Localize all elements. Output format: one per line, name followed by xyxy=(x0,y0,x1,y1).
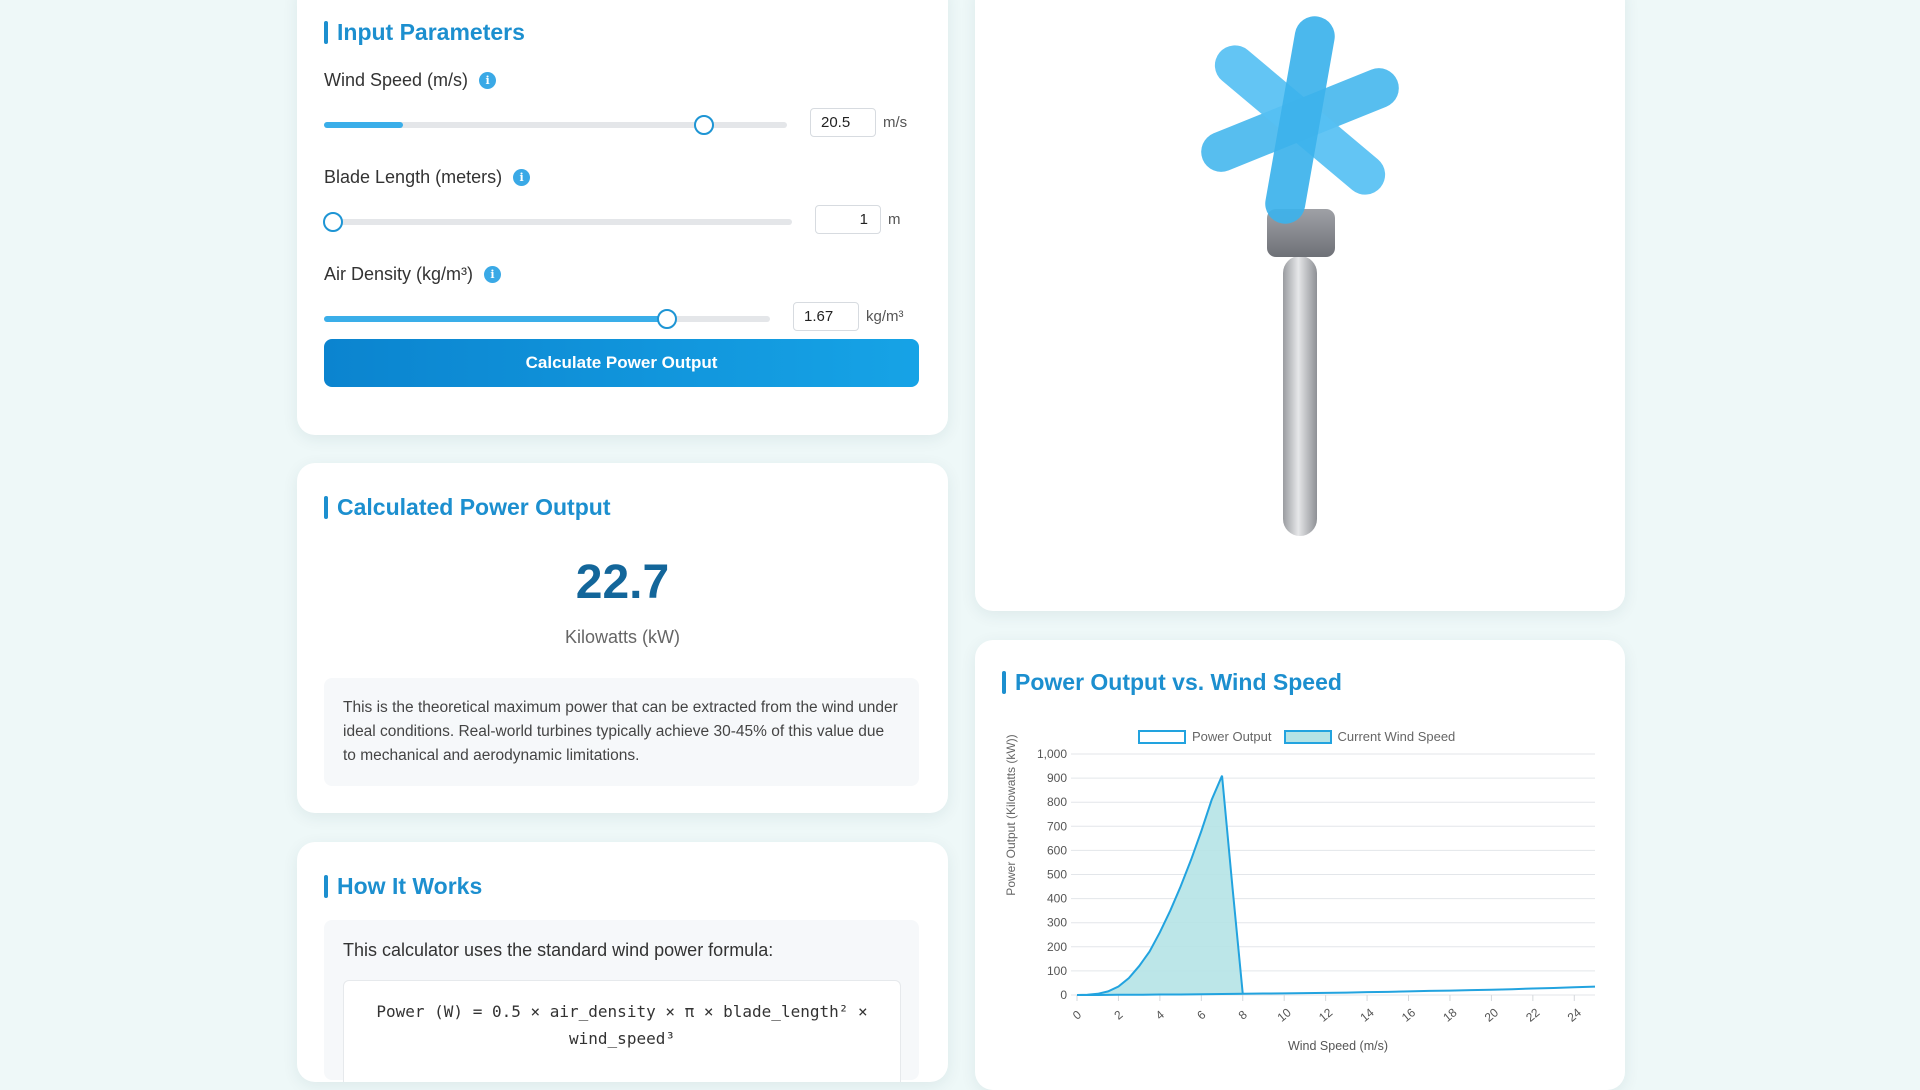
x-tick-label: 24 xyxy=(1565,1005,1584,1025)
wind-speed-input[interactable] xyxy=(810,108,876,137)
air-density-slider-fill xyxy=(324,316,668,322)
air-density-unit: kg/m³ xyxy=(866,308,904,325)
info-icon[interactable]: i xyxy=(479,72,497,89)
how-intro: This calculator uses the standard wind p… xyxy=(343,940,774,960)
series-current-wind-area xyxy=(1077,775,1243,995)
wind-speed-label-row: Wind Speed (m/s) i xyxy=(324,70,497,91)
calculate-button[interactable]: Calculate Power Output xyxy=(324,339,919,387)
input-card-title: Input Parameters xyxy=(324,18,525,46)
turbine-tower xyxy=(1283,256,1317,536)
how-it-works-card: How It Works This calculator uses the st… xyxy=(297,842,948,1082)
blade-length-slider[interactable] xyxy=(323,212,792,232)
air-density-input[interactable] xyxy=(793,302,859,331)
blade-length-unit: m xyxy=(888,211,901,228)
power-unit: Kilowatts (kW) xyxy=(564,627,680,647)
info-icon[interactable]: i xyxy=(484,266,502,283)
x-tick-label: 10 xyxy=(1275,1005,1294,1025)
y-tick-label: 900 xyxy=(1047,771,1067,785)
x-tick-label: 22 xyxy=(1523,1005,1542,1025)
power-chart: Power Output (Kilowatts (kW)) Wind Speed… xyxy=(1004,734,1596,1053)
air-density-label-row: Air Density (kg/m³) i xyxy=(324,264,502,285)
x-tick-label: 14 xyxy=(1357,1005,1376,1025)
x-tick-label: 12 xyxy=(1316,1005,1335,1025)
power-output-card: Calculated Power Output 22.7 Kilowatts (… xyxy=(297,463,948,813)
x-tick-label: 8 xyxy=(1236,1007,1250,1022)
formula-line-1: Power (W) = 0.5 × air_density × π × blad… xyxy=(376,1002,868,1021)
formula-line-2: wind_speed³ xyxy=(569,1029,675,1048)
x-tick-label: 20 xyxy=(1482,1005,1501,1025)
how-card-title: How It Works xyxy=(324,872,482,900)
air-density-slider-thumb[interactable] xyxy=(657,309,678,329)
y-tick-label: 800 xyxy=(1047,795,1067,809)
air-density-label: Air Density (kg/m³) xyxy=(324,264,474,284)
x-tick-label: 4 xyxy=(1153,1007,1167,1022)
blade-length-label: Blade Length (meters) xyxy=(324,167,503,187)
x-tick-label: 2 xyxy=(1111,1007,1125,1022)
y-tick-label: 500 xyxy=(1047,868,1067,882)
y-tick-label: 100 xyxy=(1047,964,1067,978)
wind-speed-label: Wind Speed (m/s) xyxy=(324,70,469,90)
y-tick-label: 600 xyxy=(1047,843,1067,857)
x-tick-label: 16 xyxy=(1399,1005,1418,1025)
how-content: This calculator uses the standard wind p… xyxy=(324,920,919,1082)
x-tick-label: 6 xyxy=(1194,1007,1208,1022)
y-tick-label: 300 xyxy=(1047,916,1067,930)
air-density-slider[interactable] xyxy=(324,309,770,329)
x-tick-label: 0 xyxy=(1070,1007,1084,1022)
chart-card: Power Output vs. Wind Speed Power Output… xyxy=(975,640,1625,1090)
power-note: This is the theoretical maximum power th… xyxy=(324,678,919,786)
y-tick-label: 200 xyxy=(1047,940,1067,954)
wind-speed-slider-thumb[interactable] xyxy=(693,115,714,135)
blade-length-slider-thumb[interactable] xyxy=(323,212,344,232)
power-value: 22.7 xyxy=(575,556,670,609)
wind-speed-slider-fill xyxy=(324,122,403,128)
y-tick-label: 400 xyxy=(1047,892,1067,906)
y-tick-label: 0 xyxy=(1060,988,1067,1002)
chart-ylabel: Power Output (Kilowatts (kW)) xyxy=(1004,734,1018,895)
wind-turbine-icon xyxy=(1201,16,1399,536)
wind-speed-unit: m/s xyxy=(883,114,908,131)
output-card-title: Calculated Power Output xyxy=(324,493,610,521)
x-tick-label: 18 xyxy=(1440,1005,1459,1025)
formula-box: Power (W) = 0.5 × air_density × π × blad… xyxy=(343,980,901,1082)
y-tick-label: 700 xyxy=(1047,819,1067,833)
y-tick-label: 1,000 xyxy=(1037,747,1067,761)
wind-speed-slider[interactable] xyxy=(324,115,787,135)
blade-length-input[interactable] xyxy=(815,205,881,234)
info-icon[interactable]: i xyxy=(513,169,531,186)
input-parameters-card: Input Parameters Wind Speed (m/s) i m/s … xyxy=(297,0,948,435)
turbine-visual-card xyxy=(975,0,1625,611)
blade-length-label-row: Blade Length (meters) i xyxy=(324,167,531,188)
